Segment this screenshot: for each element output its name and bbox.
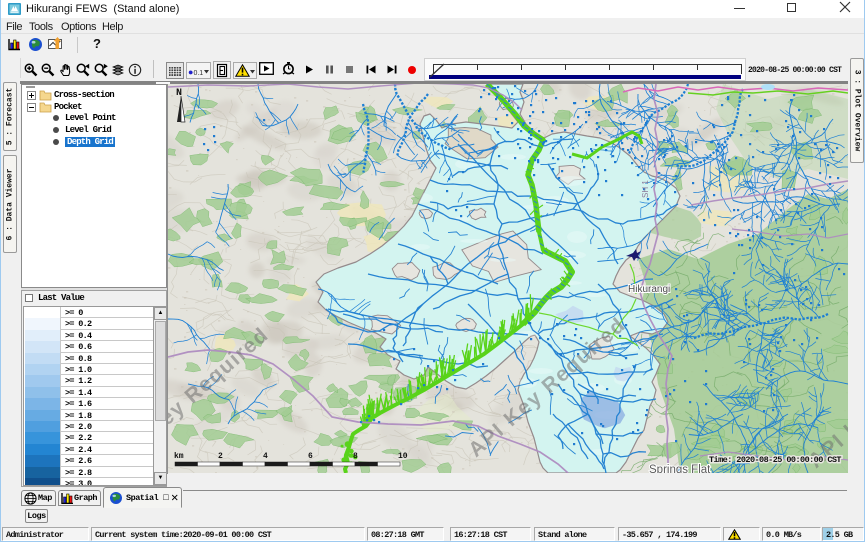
svg-text:Springs Flat: Springs Flat — [649, 464, 711, 473]
svg-text:6: 6 — [308, 452, 313, 461]
svg-text:10: 10 — [398, 452, 408, 461]
svg-text:Time: 2020-08-25 00:00:00 CST: Time: 2020-08-25 00:00:00 CST — [709, 455, 841, 465]
svg-text:km: km — [174, 452, 184, 461]
svg-text:8: 8 — [353, 452, 358, 461]
svg-text:2: 2 — [218, 452, 223, 461]
svg-text:SH 1: SH 1 — [641, 180, 650, 198]
svg-text:Hikurangi: Hikurangi — [628, 284, 670, 295]
svg-text:4: 4 — [263, 452, 268, 461]
